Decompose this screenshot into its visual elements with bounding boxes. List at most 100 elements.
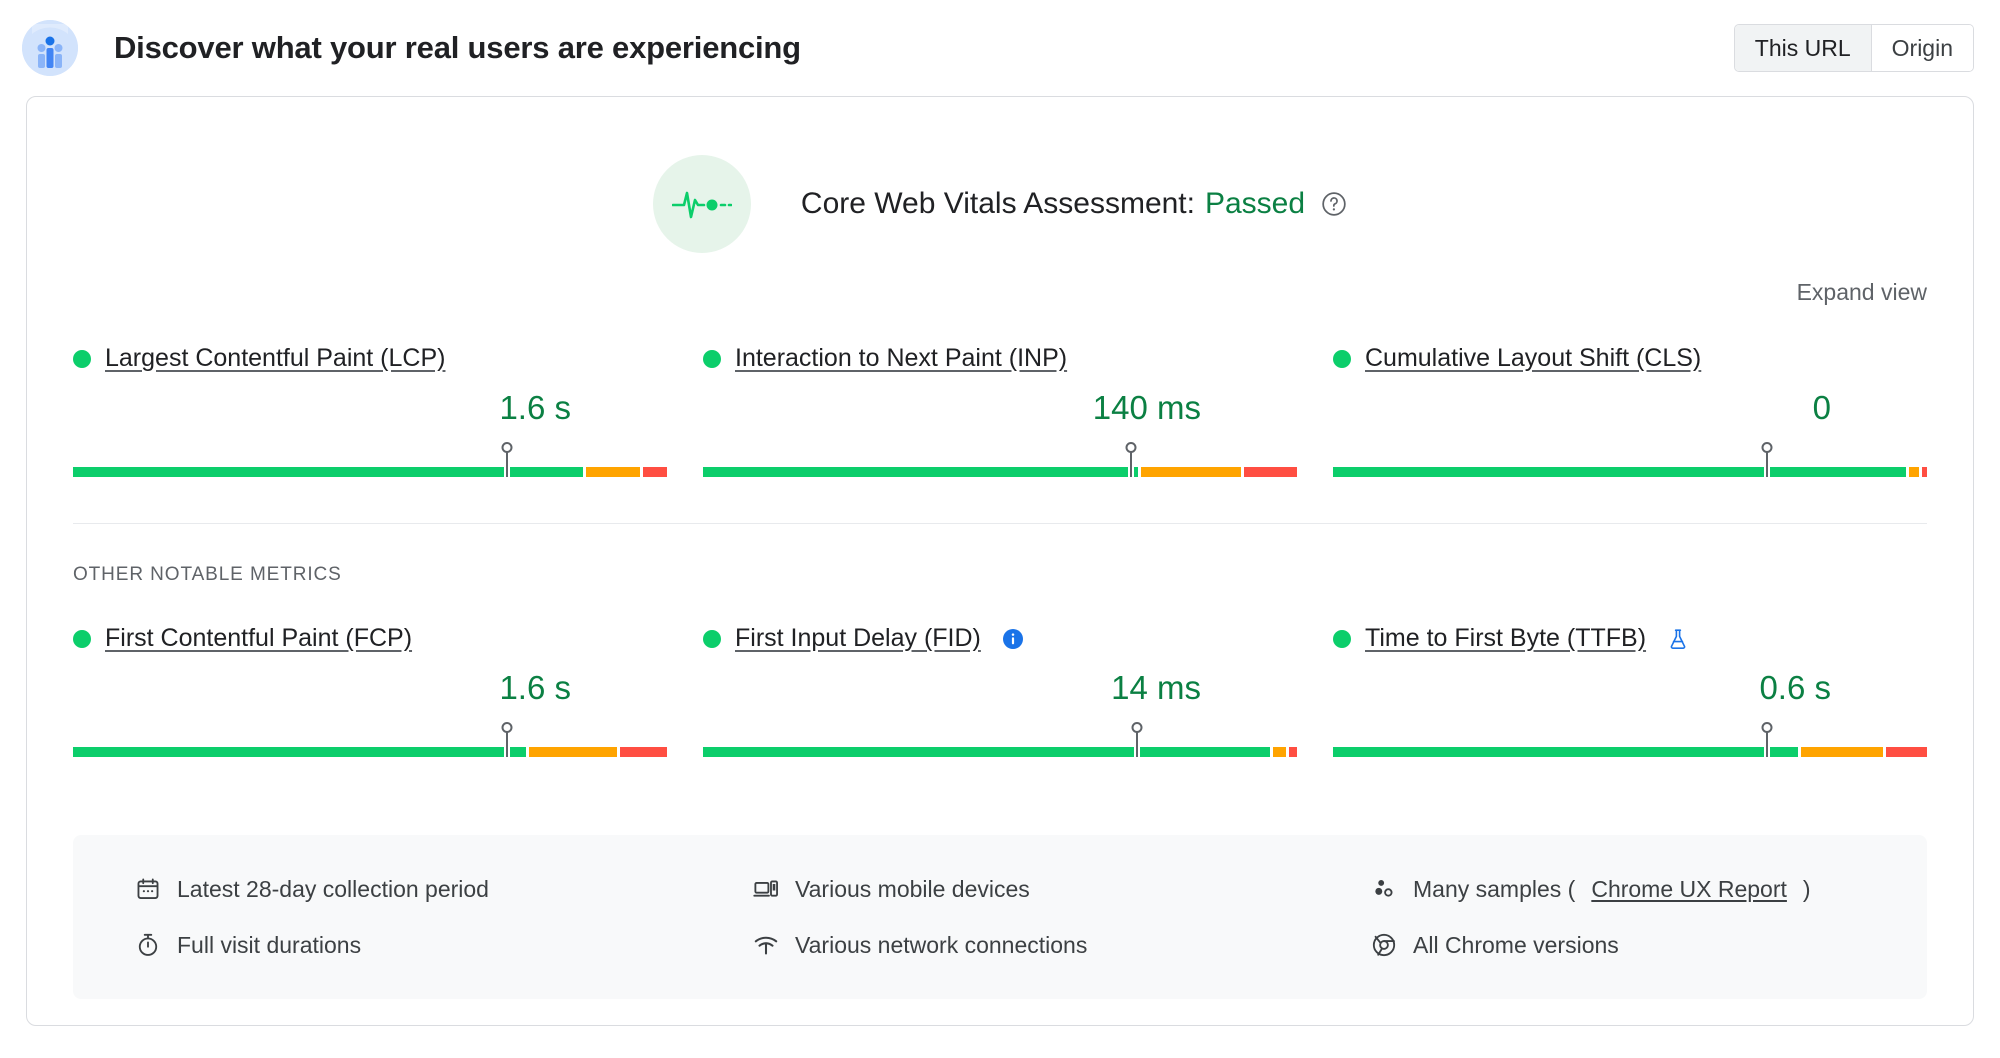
meta-item-label: Full visit durations bbox=[177, 931, 362, 958]
metric-lcp: Largest Contentful Paint (LCP) 1.6 s bbox=[73, 344, 667, 477]
metric-inp-segment-poor bbox=[1244, 467, 1297, 477]
network-signal-icon bbox=[753, 932, 779, 958]
metric-cls-segment-good bbox=[1333, 467, 1906, 477]
toggle-this-url[interactable]: This URL bbox=[1734, 25, 1872, 71]
expand-view-button[interactable]: Expand view bbox=[1797, 279, 1927, 306]
metric-fid-header: First Input Delay (FID) bbox=[703, 624, 1297, 653]
metric-fcp-segment-good bbox=[73, 747, 526, 757]
metric-ttfb-header: Time to First Byte (TTFB) bbox=[1333, 624, 1927, 653]
metric-cls-value: 0 bbox=[1812, 389, 1831, 426]
cwv-assessment-text: Core Web Vitals Assessment: Passed bbox=[801, 187, 1347, 221]
metric-inp-segment-good bbox=[703, 467, 1139, 477]
metric-fid-value-row: 14 ms bbox=[703, 671, 1297, 713]
metric-fid-segment-good bbox=[703, 747, 1270, 757]
url-scope-toggle[interactable]: This URL Origin bbox=[1733, 24, 1974, 72]
meta-item-label: Latest 28-day collection period bbox=[177, 875, 489, 902]
metric-inp-distribution-bar bbox=[703, 447, 1297, 477]
metric-lcp-value-marker bbox=[505, 451, 508, 477]
metric-ttfb-distribution-bar bbox=[1333, 727, 1927, 757]
metric-ttfb-name-link[interactable]: Time to First Byte (TTFB) bbox=[1365, 624, 1646, 653]
other-metrics-grid: First Contentful Paint (FCP) 1.6 s First I… bbox=[27, 586, 1973, 757]
metric-ttfb-bar-track bbox=[1333, 747, 1927, 757]
cwv-assessment-status: Passed bbox=[1204, 187, 1306, 220]
metric-inp-rating-dot bbox=[703, 349, 721, 368]
meta-column-2: Many samples ( Chrome UX Report) All Chrom… bbox=[1309, 861, 1927, 973]
metric-fcp-value-row: 1.6 s bbox=[73, 671, 667, 713]
metric-cls-segment-average bbox=[1908, 467, 1919, 477]
cwv-assessment-banner: Core Web Vitals Assessment: Passed bbox=[27, 97, 1973, 253]
metric-fid-value-marker bbox=[1135, 731, 1138, 757]
meta-item-label: Many samples ( bbox=[1413, 875, 1576, 902]
metric-ttfb-segment-average bbox=[1800, 747, 1883, 757]
metric-fid-name-link[interactable]: First Input Delay (FID) bbox=[735, 624, 981, 653]
metric-fcp-segment-average bbox=[528, 747, 617, 757]
metric-cls-value-marker bbox=[1765, 451, 1768, 477]
metric-cls-name-link[interactable]: Cumulative Layout Shift (CLS) bbox=[1365, 344, 1701, 373]
samples-dots-icon bbox=[1371, 876, 1397, 902]
metric-fid-rating-dot bbox=[703, 629, 721, 648]
cwv-assessment-label: Core Web Vitals Assessment: bbox=[800, 187, 1195, 220]
metric-fcp-header: First Contentful Paint (FCP) bbox=[73, 624, 667, 653]
meta-column-0: Latest 28-day collection period Full visi… bbox=[73, 861, 691, 973]
metric-fid-segment-poor bbox=[1288, 747, 1298, 757]
metric-lcp-segment-poor bbox=[643, 467, 667, 477]
metric-cls-rating-dot bbox=[1333, 349, 1351, 368]
metric-ttfb-value: 0.6 s bbox=[1759, 669, 1831, 706]
metric-inp-value-row: 140 ms bbox=[703, 391, 1297, 433]
metric-lcp-bar-track bbox=[73, 467, 667, 477]
help-circle-icon[interactable] bbox=[1321, 191, 1347, 217]
other-metrics-heading: OTHER NOTABLE METRICS bbox=[73, 564, 342, 585]
metric-inp-value: 140 ms bbox=[1092, 389, 1201, 426]
field-data-card: Core Web Vitals Assessment: Passed Expan… bbox=[26, 96, 1974, 1026]
info-circle-icon[interactable] bbox=[1001, 627, 1025, 651]
page-title: Discover what your real users are experi… bbox=[114, 30, 801, 65]
metric-cls-bar-track bbox=[1333, 467, 1927, 477]
expand-view-row: Expand view bbox=[27, 253, 1973, 306]
metric-ttfb-value-marker bbox=[1765, 731, 1768, 757]
metric-lcp-name-link[interactable]: Largest Contentful Paint (LCP) bbox=[105, 344, 445, 373]
metric-fid-bar-track bbox=[703, 747, 1298, 757]
toggle-origin[interactable]: Origin bbox=[1871, 25, 1973, 71]
metric-cls-value-row: 0 bbox=[1333, 391, 1927, 433]
meta-item-samples-dots: Many samples ( Chrome UX Report) bbox=[1371, 861, 1927, 917]
metric-fid: First Input Delay (FID) 14 ms bbox=[703, 624, 1298, 757]
metric-inp-header: Interaction to Next Paint (INP) bbox=[703, 344, 1297, 373]
meta-item-label: Various network connections bbox=[795, 931, 1088, 958]
metric-lcp-value: 1.6 s bbox=[499, 389, 571, 426]
metric-fid-distribution-bar bbox=[703, 727, 1298, 757]
meta-column-1: Various mobile devices Various network co… bbox=[691, 861, 1309, 973]
metric-fcp-segment-poor bbox=[619, 747, 667, 757]
metric-ttfb-segment-good bbox=[1333, 747, 1798, 757]
metric-fcp-value-marker bbox=[505, 731, 508, 757]
core-web-vitals-grid: Largest Contentful Paint (LCP) 1.6 s Inter… bbox=[27, 306, 1973, 477]
metric-fid-segment-average bbox=[1272, 747, 1286, 757]
metric-ttfb-rating-dot bbox=[1333, 629, 1351, 648]
metric-ttfb: Time to First Byte (TTFB) 0.6 s bbox=[1333, 624, 1927, 757]
metric-fid-value: 14 ms bbox=[1111, 669, 1201, 706]
metric-fcp: First Contentful Paint (FCP) 1.6 s bbox=[73, 624, 667, 757]
devices-icon bbox=[753, 876, 779, 902]
calendar-icon bbox=[135, 876, 161, 902]
metric-cls-header: Cumulative Layout Shift (CLS) bbox=[1333, 344, 1927, 373]
metric-fcp-rating-dot bbox=[73, 629, 91, 648]
pulse-heartbeat-icon bbox=[652, 155, 751, 253]
metric-lcp-rating-dot bbox=[73, 349, 91, 368]
meta-item-text-after: ) bbox=[1802, 875, 1811, 902]
meta-item-stopwatch: Full visit durations bbox=[135, 917, 691, 973]
metric-cls-distribution-bar bbox=[1333, 447, 1927, 477]
metric-inp-name-link[interactable]: Interaction to Next Paint (INP) bbox=[735, 344, 1067, 373]
metric-cls: Cumulative Layout Shift (CLS) 0 bbox=[1333, 344, 1927, 477]
metric-fcp-name-link[interactable]: First Contentful Paint (FCP) bbox=[105, 624, 412, 653]
metric-lcp-segment-average bbox=[586, 467, 641, 477]
collection-meta-strip: Latest 28-day collection period Full visi… bbox=[73, 835, 1927, 999]
metric-inp-segment-average bbox=[1141, 467, 1242, 477]
metric-ttfb-value-row: 0.6 s bbox=[1333, 671, 1927, 713]
metric-inp: Interaction to Next Paint (INP) 140 ms bbox=[703, 344, 1297, 477]
crux-users-icon bbox=[22, 20, 78, 76]
meta-item-calendar: Latest 28-day collection period bbox=[135, 861, 691, 917]
metric-lcp-value-row: 1.6 s bbox=[73, 391, 667, 433]
experimental-flask-icon[interactable] bbox=[1666, 627, 1690, 651]
meta-item-chrome-logo: All Chrome versions bbox=[1371, 917, 1927, 973]
metric-fcp-bar-track bbox=[73, 747, 667, 757]
chrome-ux-report-link[interactable]: Chrome UX Report bbox=[1591, 876, 1787, 903]
